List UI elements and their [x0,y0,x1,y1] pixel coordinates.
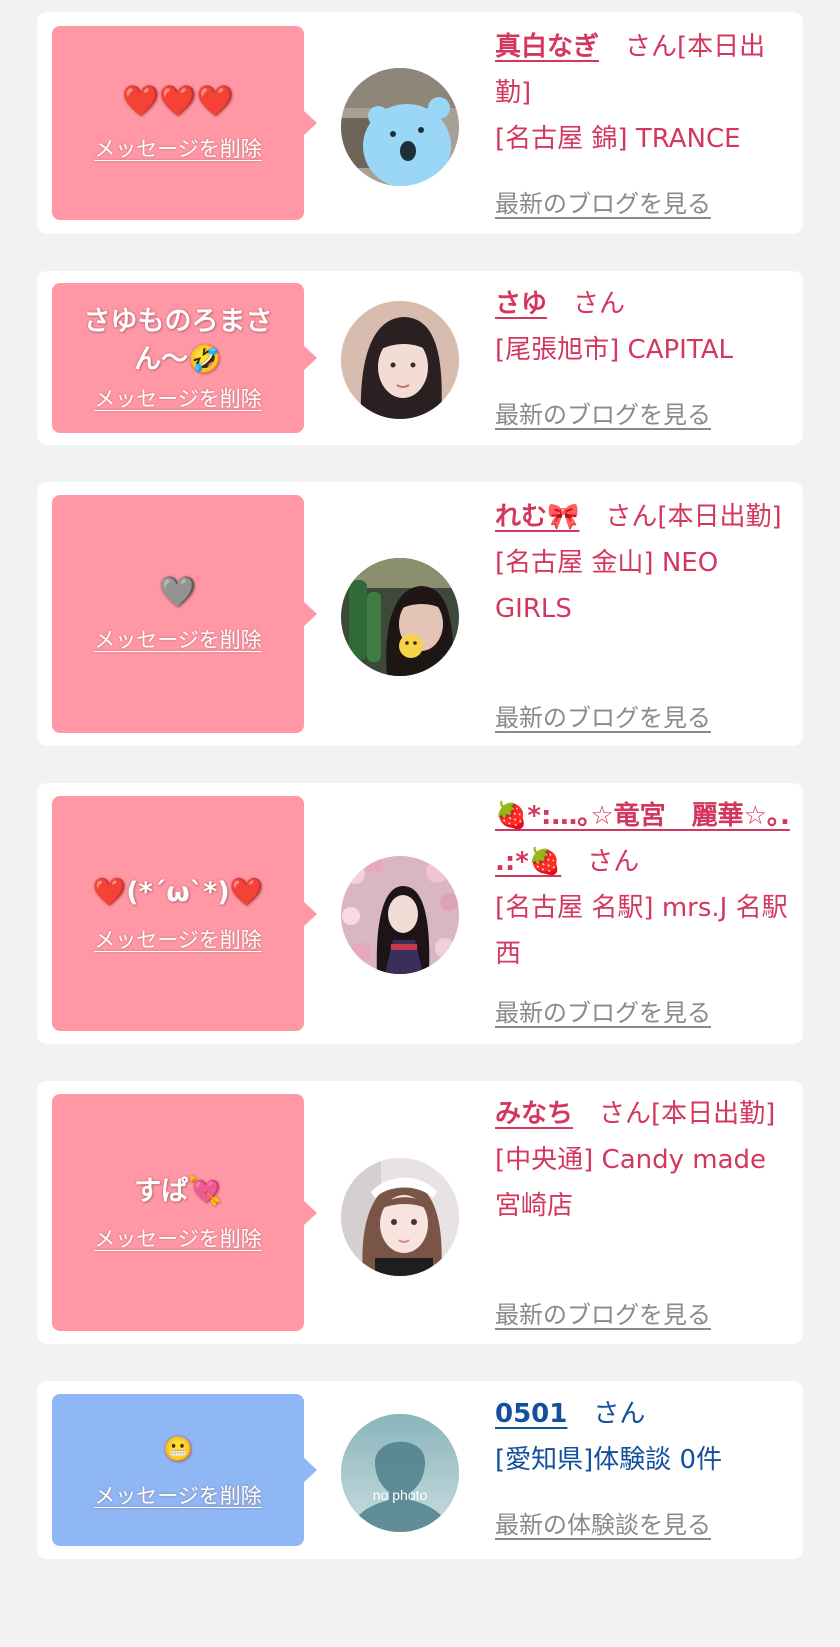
message-text: さゆものろまさん〜🤣 [83,306,273,375]
cast-info: れむ🎀 さん[本日出勤] [名古屋 金山] NEO GIRLS [495,494,790,632]
woman-portrait-avatar-image [341,301,459,419]
delete-message-link[interactable]: メッセージを削除 [94,1482,262,1510]
cast-name-link[interactable]: みなち [495,1099,573,1129]
message-card: ❤️(*´ω`*)❤️ メッセージを削除 🍓*:…｡☆竜宮 麗華☆｡. .:*🍓… [37,783,803,1044]
delete-message-link[interactable]: メッセージを削除 [94,385,262,413]
latest-blog-link[interactable]: 最新のブログを見る [495,395,711,430]
cast-info: 真白なぎ さん[本日出勤] [名古屋 錦] TRANCE [495,24,790,162]
delete-message-link[interactable]: メッセージを削除 [94,626,262,654]
cast-status: さん [587,847,640,877]
latest-blog-link[interactable]: 最新のブログを見る [495,184,711,219]
user-suffix: さん [593,1399,646,1429]
message-card: すぱ💘 メッセージを削除 みなち さん[本日出勤] [中央通] Candy mad… [37,1081,803,1344]
shop-name: [名古屋 錦] TRANCE [495,124,741,154]
latest-blog-link[interactable]: 最新のブログを見る [495,1295,711,1330]
avatar[interactable] [341,856,459,974]
cast-name-link[interactable]: れむ🎀 [495,502,579,532]
delete-message-link[interactable]: メッセージを削除 [94,135,262,163]
woman-maid-avatar-image [341,1158,459,1276]
message-card: ❤️❤️❤️ メッセージを削除 真白なぎ さん[本日出勤] [名古屋 錦] TRA… [37,12,803,234]
message-text: 🩶 [159,575,197,610]
message-text: ❤️(*´ω`*)❤️ [92,876,264,908]
cast-name-link[interactable]: さゆ [495,289,547,319]
avatar[interactable] [341,1158,459,1276]
avatar[interactable] [341,558,459,676]
message-text: ❤️❤️❤️ [121,84,235,119]
message-text: すぱ💘 [134,1175,222,1207]
message-bubble: さゆものろまさん〜🤣 メッセージを削除 [52,283,317,433]
cast-info: さゆ さん [尾張旭市] CAPITAL [495,281,790,373]
user-name-link[interactable]: 0501 [495,1399,567,1429]
cast-status: さん[本日出勤] [599,1099,776,1129]
woman-kimono-avatar-image [341,856,459,974]
message-bubble: 🩶 メッセージを削除 [52,495,317,733]
shop-name: [名古屋 名駅] mrs.J 名駅西 [495,893,788,969]
message-list: ❤️❤️❤️ メッセージを削除 真白なぎ さん[本日出勤] [名古屋 錦] TRA… [0,0,840,1647]
avatar-caption: no photo [373,1487,428,1503]
woman-with-bottles-avatar-image [341,558,459,676]
avatar[interactable] [341,68,459,186]
shop-name: [中央通] Candy made 宮崎店 [495,1145,767,1221]
cast-status: さん[本日出勤] [605,502,782,532]
message-card: さゆものろまさん〜🤣 メッセージを削除 さゆ さん [尾張旭市] CAPITAL … [37,271,803,445]
message-bubble: 😬 メッセージを削除 [52,1394,317,1546]
cast-info: みなち さん[本日出勤] [中央通] Candy made 宮崎店 [495,1091,790,1229]
shop-name: [名古屋 金山] NEO GIRLS [495,548,719,624]
cast-name-link[interactable]: 真白なぎ [495,32,599,62]
delete-message-link[interactable]: メッセージを削除 [94,926,262,954]
avatar[interactable] [341,301,459,419]
avatar[interactable]: no photo [341,1414,459,1532]
message-card: 😬 メッセージを削除 no photo 0501 さん [愛知県]体験談 0件 最… [37,1381,803,1559]
shop-name: [尾張旭市] CAPITAL [495,335,733,365]
latest-review-link[interactable]: 最新の体験談を見る [495,1505,711,1540]
cast-status: さん [573,289,626,319]
message-text: 😬 [163,1435,193,1463]
blue-bear-avatar-image [341,68,459,186]
review-count: [愛知県]体験談 0件 [495,1445,723,1475]
latest-blog-link[interactable]: 最新のブログを見る [495,698,711,733]
cast-info: 🍓*:…｡☆竜宮 麗華☆｡. .:*🍓 さん [名古屋 名駅] mrs.J 名駅西 [495,793,790,977]
message-bubble: ❤️❤️❤️ メッセージを削除 [52,26,317,220]
cast-info: 0501 さん [愛知県]体験談 0件 [495,1391,790,1483]
latest-blog-link[interactable]: 最新のブログを見る [495,993,711,1028]
delete-message-link[interactable]: メッセージを削除 [94,1225,262,1253]
message-bubble: ❤️(*´ω`*)❤️ メッセージを削除 [52,796,317,1031]
cast-name-link[interactable]: 🍓*:…｡☆竜宮 麗華☆｡. .:*🍓 [495,801,790,877]
message-bubble: すぱ💘 メッセージを削除 [52,1094,317,1331]
no-photo-silhouette-icon: no photo [341,1414,459,1532]
message-card: 🩶 メッセージを削除 れむ🎀 さん[本日出勤] [名古屋 金山] NEO GIRL… [37,482,803,746]
